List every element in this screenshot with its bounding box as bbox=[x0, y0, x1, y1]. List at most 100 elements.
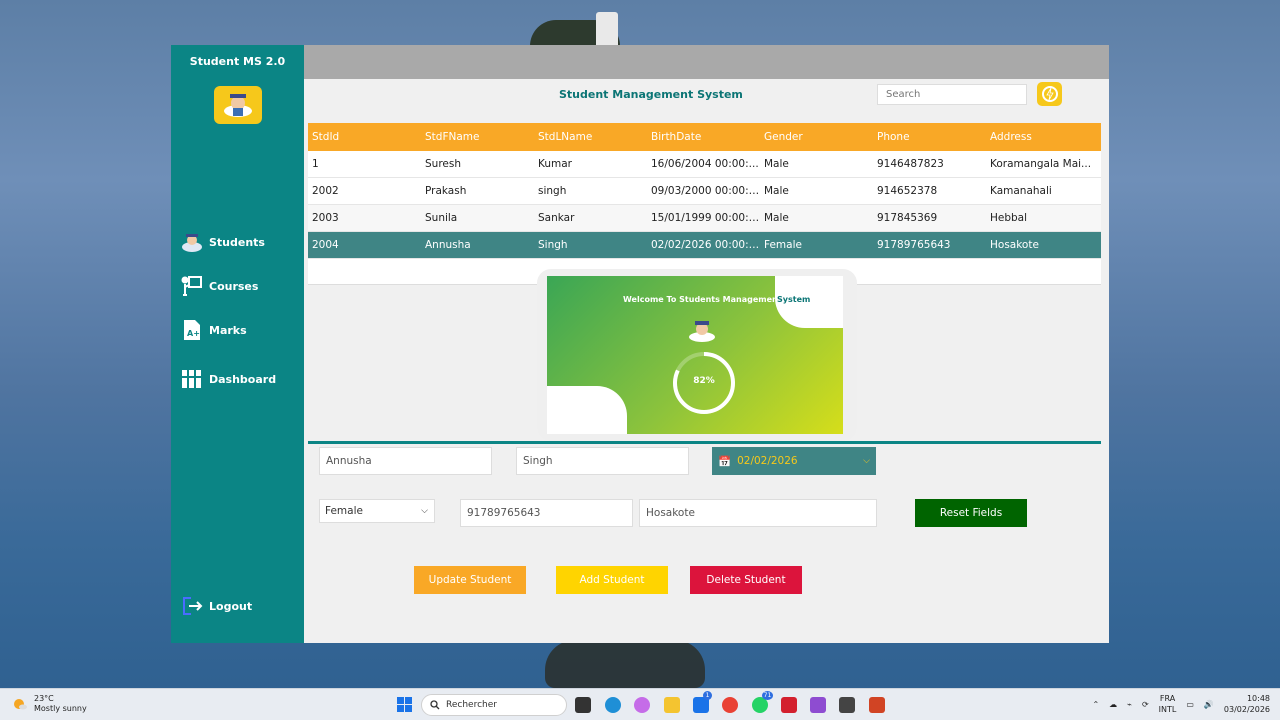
powerpoint-icon[interactable] bbox=[869, 697, 885, 713]
sidebar-item-marks[interactable]: A+ Marks bbox=[181, 319, 247, 341]
student-icon bbox=[181, 231, 203, 253]
visual-studio-icon[interactable] bbox=[810, 697, 826, 713]
sync-icon[interactable]: ⟳ bbox=[1142, 700, 1149, 709]
table-cell: Hosakote bbox=[990, 239, 1039, 251]
table-row[interactable]: 2002 Prakash singh 09/03/2000 00:00:00 M… bbox=[308, 178, 1101, 205]
progress-label: 82% bbox=[693, 376, 715, 386]
weather-desc: Mostly sunny bbox=[34, 704, 87, 713]
search-icon bbox=[430, 700, 440, 710]
table-cell: singh bbox=[538, 185, 567, 197]
sidebar-item-students[interactable]: Students bbox=[181, 231, 265, 253]
copilot-icon[interactable] bbox=[634, 697, 650, 713]
table-row-selected[interactable]: 2004 Annusha Singh 02/02/2026 00:00:00 F… bbox=[308, 232, 1101, 259]
table-row[interactable]: 1 Suresh Kumar 16/06/2004 00:00:... Male… bbox=[308, 151, 1101, 178]
table-cell: Kamanahali bbox=[990, 185, 1052, 197]
app-window: Student MS 2.0 Students Courses A+ Marks… bbox=[171, 45, 1109, 643]
column-header[interactable]: Gender bbox=[760, 131, 873, 143]
table-cell: Sunila bbox=[425, 212, 458, 224]
windows-start-icon[interactable] bbox=[397, 697, 413, 713]
refresh-button[interactable] bbox=[1037, 82, 1062, 106]
splash-welcome-text: Welcome To Students Management bbox=[623, 295, 782, 304]
delete-student-button[interactable]: Delete Student bbox=[690, 566, 802, 594]
splash-system-text: System bbox=[777, 295, 811, 304]
file-explorer-icon[interactable] bbox=[664, 697, 680, 713]
table-cell: Male bbox=[764, 158, 789, 170]
table-cell: 15/01/1999 00:00:00 bbox=[651, 212, 760, 224]
first-name-field[interactable] bbox=[319, 447, 492, 475]
teacher-board-icon bbox=[181, 275, 203, 297]
clock[interactable]: 10:48 03/02/2026 bbox=[1224, 693, 1270, 715]
taskbar-search-label: Rechercher bbox=[446, 700, 497, 710]
table-cell: 914652378 bbox=[877, 185, 938, 197]
table-cell: Sankar bbox=[538, 212, 575, 224]
store-badge: 1 bbox=[703, 691, 712, 700]
splash-screen: Welcome To Students Management System 82… bbox=[547, 276, 843, 434]
table-cell: 2003 bbox=[312, 212, 339, 224]
splash-decoration bbox=[547, 386, 627, 434]
language-indicator[interactable]: FRA INTL bbox=[1159, 693, 1177, 715]
onedrive-icon[interactable]: ☁ bbox=[1109, 700, 1117, 709]
last-name-field[interactable] bbox=[516, 447, 689, 475]
table-cell: 91789765643 bbox=[877, 239, 951, 251]
display-icon[interactable]: ▭ bbox=[1186, 700, 1194, 709]
sidebar-item-courses[interactable]: Courses bbox=[181, 275, 258, 297]
books-icon bbox=[181, 368, 203, 390]
network-icon[interactable]: ⌁ bbox=[1127, 700, 1132, 709]
column-header[interactable]: Address bbox=[986, 131, 1101, 143]
table-cell: 02/02/2026 00:00:00 bbox=[651, 239, 760, 251]
add-student-button[interactable]: Add Student bbox=[556, 566, 668, 594]
chevron-down-icon: ⌵ bbox=[421, 506, 428, 516]
table-cell: Suresh bbox=[425, 158, 461, 170]
reset-fields-button[interactable]: Reset Fields bbox=[915, 499, 1027, 527]
app-grid-icon[interactable] bbox=[839, 697, 855, 713]
wps-icon[interactable] bbox=[781, 697, 797, 713]
students-grid[interactable]: StdId StdFName StdLName BirthDate Gender… bbox=[308, 123, 1101, 285]
table-cell: 9146487823 bbox=[877, 158, 944, 170]
update-student-button[interactable]: Update Student bbox=[414, 566, 526, 594]
logout-button[interactable]: Logout bbox=[181, 595, 252, 617]
address-field[interactable] bbox=[639, 499, 877, 527]
sun-icon bbox=[14, 699, 27, 710]
app-title: Student MS 2.0 bbox=[189, 55, 286, 68]
weather-widget[interactable]: 23°C Mostly sunny bbox=[12, 694, 87, 714]
phone-field[interactable] bbox=[460, 499, 633, 527]
chevron-down-icon: ⌵ bbox=[863, 456, 870, 466]
column-header[interactable]: StdLName bbox=[534, 131, 647, 143]
birth-date-picker[interactable]: 📅 02/02/2026 ⌵ bbox=[712, 447, 876, 475]
table-cell: Hebbal bbox=[990, 212, 1028, 224]
whatsapp-badge: 71 bbox=[762, 691, 773, 700]
chevron-up-icon[interactable]: ⌃ bbox=[1092, 700, 1099, 709]
task-view-icon[interactable] bbox=[575, 697, 591, 713]
column-header[interactable]: StdId bbox=[308, 131, 421, 143]
table-cell: 917845369 bbox=[877, 212, 938, 224]
lang-primary: FRA bbox=[1159, 694, 1176, 703]
table-cell: 09/03/2000 00:00:00 bbox=[651, 185, 760, 197]
clock-date: 03/02/2026 bbox=[1223, 705, 1270, 714]
refresh-icon bbox=[1041, 86, 1058, 102]
sidebar-item-label: Dashboard bbox=[209, 372, 277, 386]
search-input[interactable] bbox=[877, 84, 1027, 105]
table-cell: Singh bbox=[538, 239, 568, 251]
title-bar bbox=[304, 45, 1109, 79]
column-header[interactable]: StdFName bbox=[421, 131, 534, 143]
table-cell: Koramangala Mai... bbox=[990, 158, 1092, 170]
form-divider bbox=[308, 441, 1101, 444]
sidebar-item-dashboard[interactable]: Dashboard bbox=[181, 368, 276, 390]
column-header[interactable]: BirthDate bbox=[647, 131, 760, 143]
table-cell: Prakash bbox=[425, 185, 467, 197]
chrome-icon[interactable] bbox=[722, 697, 738, 713]
sidebar-item-label: Students bbox=[209, 235, 265, 249]
table-cell: 2004 bbox=[312, 239, 339, 251]
sidebar-item-label: Courses bbox=[209, 279, 259, 293]
column-header[interactable]: Phone bbox=[873, 131, 986, 143]
gender-select[interactable]: Female ⌵ bbox=[319, 499, 435, 523]
taskbar-search[interactable]: Rechercher bbox=[421, 694, 567, 716]
calendar-icon: 📅 bbox=[718, 455, 732, 468]
volume-icon[interactable]: 🔊 bbox=[1204, 700, 1214, 709]
student-avatar-icon bbox=[687, 319, 717, 343]
gender-value: Female bbox=[325, 505, 363, 517]
table-row[interactable]: 2003 Sunila Sankar 15/01/1999 00:00:00 M… bbox=[308, 205, 1101, 232]
edge-icon[interactable] bbox=[605, 697, 621, 713]
weather-temp: 23°C bbox=[34, 694, 54, 703]
page-title: Student Management System bbox=[559, 88, 743, 101]
